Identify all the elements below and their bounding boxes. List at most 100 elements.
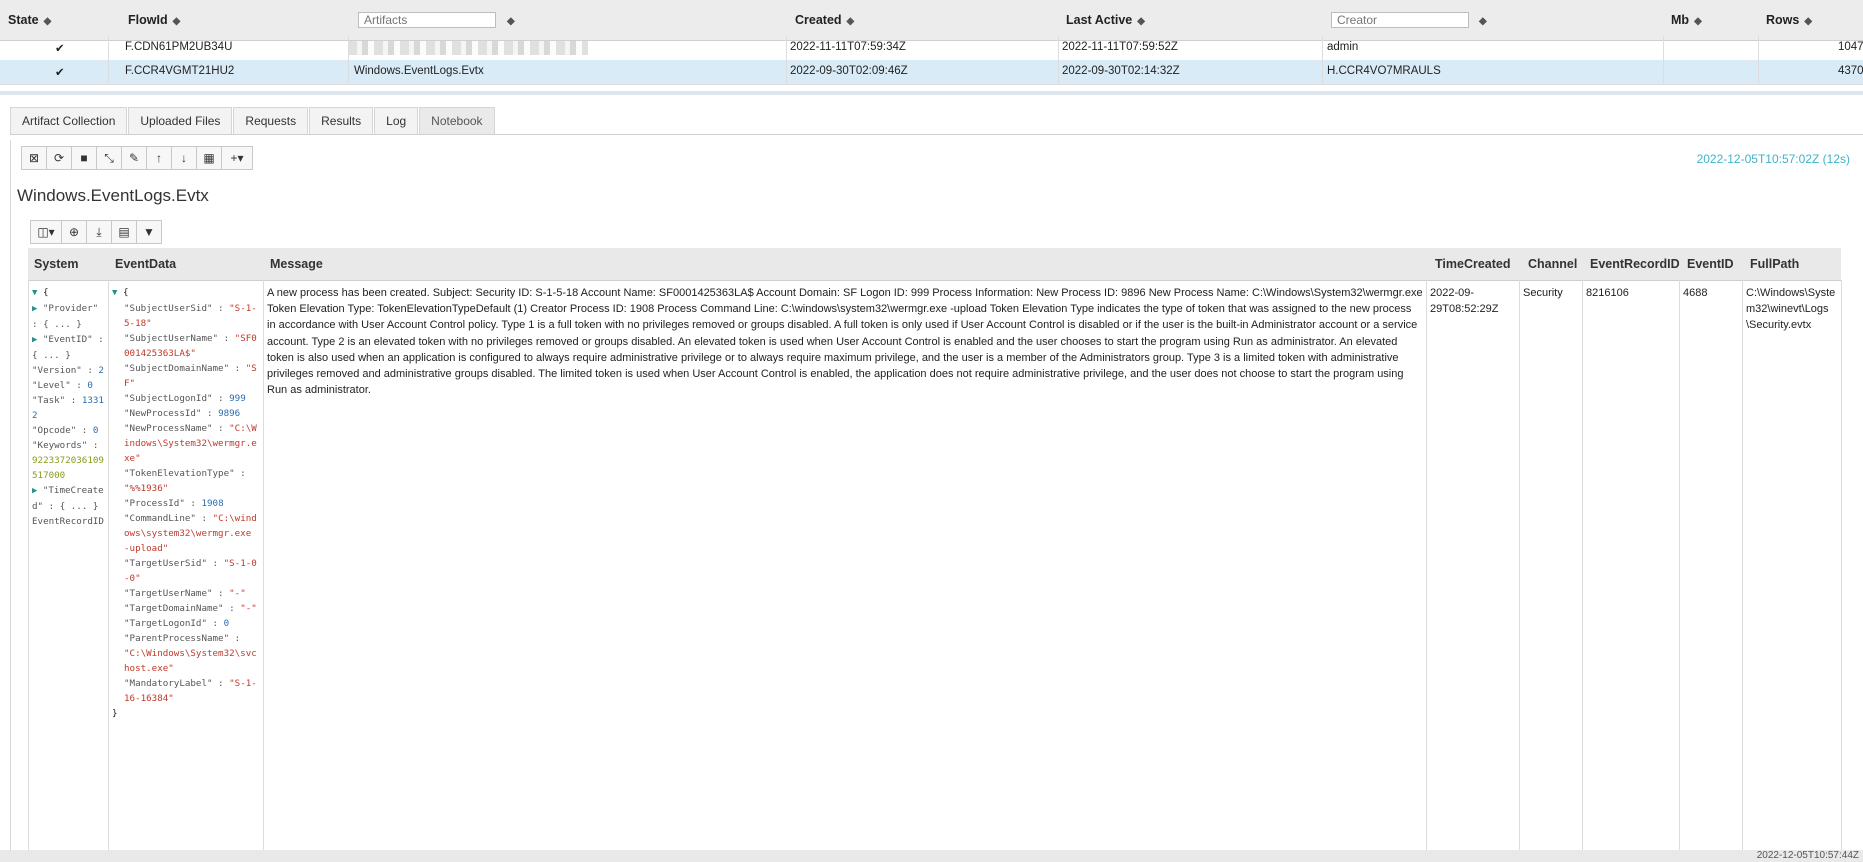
- table-toolbar: ◫▾ ⊕ ⤓ ▤ ▼: [30, 220, 162, 244]
- file-icon: ▤: [118, 225, 130, 239]
- download-icon: ⤓: [96, 224, 102, 239]
- col-mb[interactable]: Mb ◆: [1671, 13, 1702, 27]
- json-value: "-": [240, 603, 257, 614]
- json-key: "Task" :: [32, 395, 77, 406]
- arrow-down-icon: ↓: [181, 151, 187, 165]
- status-timestamp: 2022-12-05T10:57:44Z: [1756, 850, 1859, 861]
- sort-icon[interactable]: ◆: [502, 13, 515, 27]
- artifact-name: Windows.EventLogs.Evtx: [354, 65, 484, 77]
- channel-cell: Security: [1523, 287, 1563, 299]
- json-key: EventRecordID: [32, 516, 104, 527]
- pencil-icon: ✎: [128, 151, 140, 165]
- json-value[interactable]: { ... }: [32, 350, 71, 361]
- col-rows[interactable]: Rows ◆: [1766, 13, 1812, 27]
- add-cell-button[interactable]: +▾: [221, 146, 253, 170]
- stop-button[interactable]: ■: [71, 146, 97, 170]
- json-value: 1908: [201, 498, 224, 509]
- json-value: 9896: [218, 408, 241, 419]
- binoculars-icon: ⊕: [68, 225, 80, 239]
- json-key: "TargetLogonId" :: [124, 618, 219, 629]
- col-eventid[interactable]: EventID: [1687, 257, 1734, 271]
- column-selector-button[interactable]: ◫▾: [30, 220, 62, 244]
- tab-uploaded-files[interactable]: Uploaded Files: [128, 107, 233, 134]
- json-key: "TokenElevationType" :: [124, 468, 246, 479]
- flows-table-header: State ◆ FlowId ◆ ◆ Created ◆ Last Active ◆ ◆…: [0, 0, 1863, 41]
- json-entry: "Task" : 13312: [32, 393, 104, 423]
- artifacts-filter-input[interactable]: [358, 12, 496, 28]
- col-eventrecordid[interactable]: EventRecordID: [1590, 257, 1680, 271]
- move-down-button[interactable]: ↓: [171, 146, 197, 170]
- col-last-active[interactable]: Last Active ◆: [1066, 13, 1145, 27]
- filter-button[interactable]: ▼: [136, 220, 162, 244]
- refresh-icon: ⟳: [53, 151, 65, 165]
- col-flowid[interactable]: FlowId ◆: [128, 13, 180, 27]
- state-check-icon: ✔: [55, 43, 65, 55]
- sort-icon: ◆: [1137, 16, 1145, 27]
- message-cell: A new process has been created. Subject:…: [267, 287, 1423, 397]
- json-key: "Keywords" :: [32, 440, 99, 451]
- json-key: "Version" :: [32, 365, 93, 376]
- download-button[interactable]: ⤓: [86, 220, 112, 244]
- json-value: 999: [229, 393, 246, 404]
- system-json: ▼ { ▶ "Provider" : { ... } ▶ "EventID" : …: [32, 287, 104, 527]
- json-key: "ParentProcessName" :: [124, 633, 241, 644]
- collapse-button[interactable]: ⤡: [96, 146, 122, 170]
- tab-results[interactable]: Results: [309, 107, 374, 134]
- json-value: 0: [92, 425, 99, 436]
- expand-triangle-icon[interactable]: ▶: [32, 335, 43, 345]
- cell-title: Windows.EventLogs.Evtx: [17, 186, 209, 205]
- recalculate-button[interactable]: ⟳: [46, 146, 72, 170]
- move-up-button[interactable]: ↑: [146, 146, 172, 170]
- flow-tabs: Artifact Collection Uploaded Files Request…: [10, 107, 496, 134]
- close-cell-button[interactable]: ⊠: [21, 146, 47, 170]
- edit-cell-button[interactable]: ✎: [121, 146, 147, 170]
- col-message[interactable]: Message: [270, 257, 323, 271]
- creator-filter-input[interactable]: [1331, 12, 1469, 28]
- inspect-button[interactable]: ⊕: [61, 220, 87, 244]
- table-row-selected[interactable]: ✔ F.CCR4VGMT21HU2 Windows.EventLogs.Evtx…: [0, 60, 1863, 85]
- sort-icon: ◆: [43, 16, 52, 27]
- col-state[interactable]: State ◆: [8, 13, 51, 27]
- json-entry: "TokenElevationType" : "%%1936": [124, 466, 262, 496]
- json-entry: "NewProcessId" : 9896: [124, 406, 262, 421]
- json-key: "TargetUserName" :: [124, 588, 224, 599]
- columns-icon: ◫▾: [37, 225, 55, 239]
- col-eventdata[interactable]: EventData: [115, 257, 176, 271]
- json-value[interactable]: { ... }: [43, 319, 82, 330]
- col-system[interactable]: System: [34, 257, 78, 271]
- json-key: "SubjectUserSid" :: [124, 303, 224, 314]
- export-button[interactable]: ▤: [111, 220, 137, 244]
- json-entry: "ParentProcessName" : "C:\Windows\System…: [124, 631, 262, 676]
- json-key: "SubjectUserName" :: [124, 333, 230, 344]
- tab-requests[interactable]: Requests: [233, 107, 309, 134]
- rows-count: 43700: [1838, 65, 1863, 77]
- last-active-time: 2022-11-11T07:59:52Z: [1062, 41, 1178, 53]
- results-table-header: System EventData Message TimeCreated Cha…: [28, 248, 1841, 281]
- tab-notebook[interactable]: Notebook: [419, 107, 495, 134]
- pane-divider[interactable]: [0, 91, 1863, 95]
- json-entry: "SubjectLogonId" : 999: [124, 391, 262, 406]
- col-fullpath[interactable]: FullPath: [1750, 257, 1799, 271]
- col-channel[interactable]: Channel: [1528, 257, 1577, 271]
- json-value[interactable]: { ... }: [60, 501, 99, 512]
- plus-icon: +▾: [230, 151, 244, 165]
- calendar-button[interactable]: ▦: [196, 146, 222, 170]
- collapse-triangle-icon[interactable]: ▼: [32, 288, 37, 298]
- col-created[interactable]: Created ◆: [795, 13, 854, 27]
- tab-log[interactable]: Log: [374, 107, 419, 134]
- json-entry: ▶ "TimeCreated" : { ... }: [32, 483, 104, 514]
- json-key: "NewProcessId" :: [124, 408, 213, 419]
- expand-triangle-icon[interactable]: ▶: [32, 486, 43, 496]
- stop-icon: ■: [80, 151, 88, 165]
- created-time: 2022-11-11T07:59:34Z: [790, 41, 906, 53]
- fullpath-cell: C:\Windows\System32\winevt\Logs\Security…: [1746, 287, 1836, 332]
- collapse-triangle-icon[interactable]: ▼: [112, 288, 117, 298]
- tab-artifact-collection[interactable]: Artifact Collection: [10, 107, 128, 134]
- sort-icon[interactable]: ◆: [1474, 13, 1487, 27]
- json-key: "TargetDomainName" :: [124, 603, 235, 614]
- eventdata-json-entries: "SubjectUserSid" : "S-1-5-18" "SubjectUse…: [112, 301, 262, 706]
- flow-id: F.CDN61PM2UB34U: [125, 41, 233, 53]
- table-row[interactable]: ✔ F.CDN61PM2UB34U 2022-11-11T07:59:34Z 2…: [0, 36, 1863, 61]
- col-timecreated[interactable]: TimeCreated: [1435, 257, 1511, 271]
- expand-triangle-icon[interactable]: ▶: [32, 304, 43, 314]
